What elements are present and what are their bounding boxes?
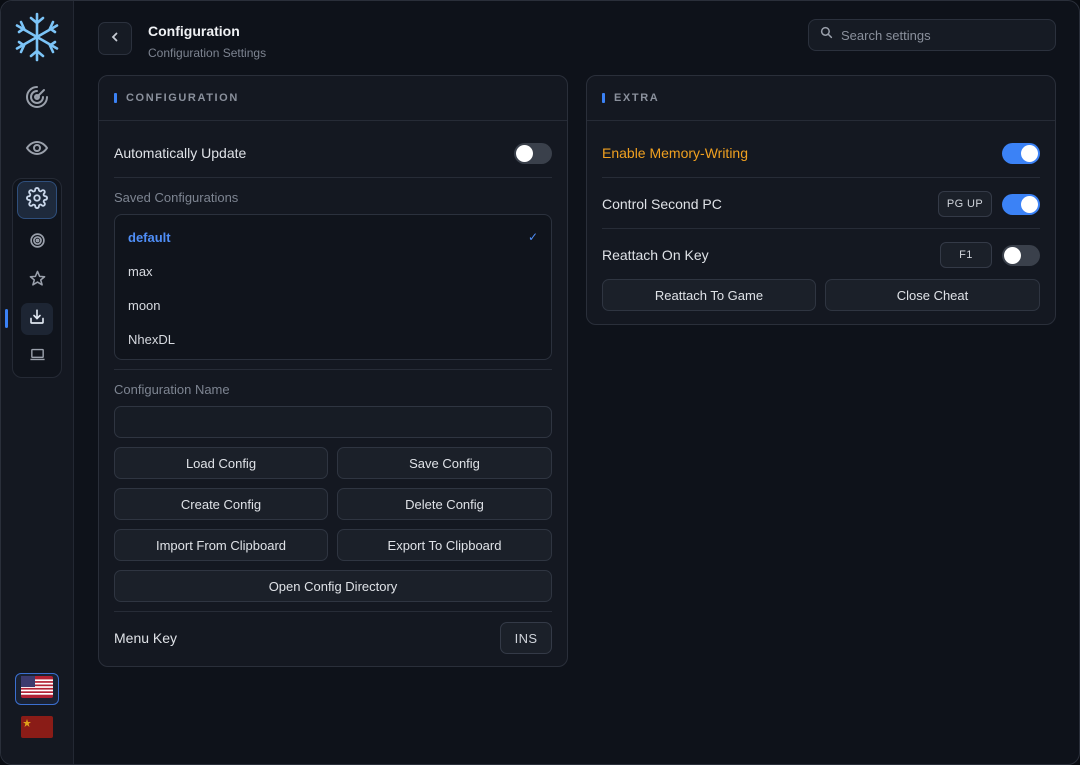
snowflake-logo-icon — [11, 11, 63, 63]
nav-visuals[interactable] — [18, 131, 56, 169]
language-cn[interactable] — [15, 713, 59, 745]
page-title: Configuration — [148, 23, 240, 39]
reattach-key-label: Reattach On Key — [602, 247, 709, 263]
extra-panel-title: EXTRA — [614, 92, 660, 104]
star-icon — [29, 270, 46, 292]
eye-icon — [25, 136, 49, 165]
checkmark-icon: ✓ — [527, 230, 538, 244]
divider — [114, 369, 552, 370]
accent-bar — [602, 93, 605, 103]
reattach-key-button[interactable]: F1 — [940, 242, 992, 268]
configuration-panel-header: CONFIGURATION — [99, 76, 567, 121]
config-item-name: moon — [128, 297, 161, 313]
extra-panel-header: EXTRA — [587, 76, 1055, 121]
search-icon — [820, 26, 833, 44]
reattach-to-game-button[interactable]: Reattach To Game — [602, 279, 816, 311]
app-window: Configuration Configuration Settings CON… — [0, 0, 1080, 765]
download-icon — [28, 308, 46, 331]
language-en[interactable] — [15, 673, 59, 705]
auto-update-toggle[interactable] — [514, 142, 552, 164]
save-config-button[interactable]: Save Config — [337, 447, 552, 479]
search-box[interactable] — [808, 19, 1056, 51]
config-item-max[interactable]: max — [115, 254, 551, 288]
open-config-directory-button[interactable]: Open Config Directory — [114, 570, 552, 602]
config-name-input[interactable] — [114, 406, 552, 438]
auto-update-label: Automatically Update — [114, 145, 247, 161]
config-item-default[interactable]: default ✓ — [115, 220, 551, 254]
radar-icon — [25, 85, 49, 114]
sidebar — [1, 1, 74, 764]
memory-writing-toggle[interactable] — [1002, 142, 1040, 164]
search-input[interactable] — [841, 27, 1041, 43]
toggle-knob — [1021, 144, 1038, 162]
reattach-key-controls: F1 — [940, 242, 1040, 268]
second-pc-row: Control Second PC PG UP — [602, 191, 1040, 217]
gear-icon — [26, 186, 48, 214]
nav-radar[interactable] — [18, 80, 56, 118]
delete-config-button[interactable]: Delete Config — [337, 488, 552, 520]
nav-settings[interactable] — [17, 181, 57, 219]
config-item-nhexdl[interactable]: NhexDL — [115, 322, 551, 356]
config-item-moon[interactable]: moon — [115, 288, 551, 322]
page-subtitle: Configuration Settings — [148, 46, 267, 60]
us-flag-icon — [21, 675, 53, 703]
config-item-name: default — [128, 229, 171, 245]
laptop-icon — [29, 346, 46, 368]
create-config-button[interactable]: Create Config — [114, 488, 328, 520]
toggle-knob — [516, 144, 533, 162]
auto-update-row: Automatically Update — [114, 142, 552, 164]
second-pc-controls: PG UP — [938, 191, 1040, 217]
nav-configs[interactable] — [21, 303, 53, 335]
menu-key-row: Menu Key INS — [114, 622, 552, 654]
memory-writing-row: Enable Memory-Writing — [602, 142, 1040, 164]
export-clipboard-button[interactable]: Export To Clipboard — [337, 529, 552, 561]
config-item-name: NhexDL — [128, 331, 175, 347]
divider — [114, 611, 552, 612]
nav-aim[interactable] — [21, 227, 53, 259]
menu-key-button[interactable]: INS — [500, 622, 552, 654]
divider — [602, 177, 1040, 178]
accent-bar — [114, 93, 117, 103]
nav-selection-indicator — [5, 309, 8, 328]
load-config-button[interactable]: Load Config — [114, 447, 328, 479]
reattach-key-toggle[interactable] — [1002, 244, 1040, 266]
reattach-key-row: Reattach On Key F1 — [602, 242, 1040, 268]
back-button[interactable] — [98, 22, 132, 55]
nav-device[interactable] — [21, 341, 53, 373]
cn-flag-icon — [21, 715, 53, 743]
second-pc-label: Control Second PC — [602, 196, 722, 212]
second-pc-toggle[interactable] — [1002, 193, 1040, 215]
saved-configs-list: default ✓ max moon NhexDL — [114, 214, 552, 360]
close-cheat-button[interactable]: Close Cheat — [825, 279, 1040, 311]
memory-writing-label: Enable Memory-Writing — [602, 145, 749, 161]
config-name-label: Configuration Name — [114, 382, 230, 397]
divider — [114, 177, 552, 178]
toggle-knob — [1004, 246, 1021, 264]
configuration-panel-title: CONFIGURATION — [126, 92, 239, 104]
menu-key-label: Menu Key — [114, 630, 178, 646]
import-clipboard-button[interactable]: Import From Clipboard — [114, 529, 328, 561]
extra-panel: EXTRA Enable Memory-Writing Control Seco… — [586, 75, 1056, 325]
saved-configs-label: Saved Configurations — [114, 190, 239, 205]
toggle-knob — [1021, 195, 1038, 213]
chevron-left-icon — [109, 30, 121, 48]
nav-favorites[interactable] — [21, 265, 53, 297]
config-item-name: max — [128, 263, 153, 279]
divider — [602, 228, 1040, 229]
target-icon — [29, 232, 46, 254]
configuration-panel: CONFIGURATION Automatically Update Saved… — [98, 75, 568, 667]
second-pc-key-button[interactable]: PG UP — [938, 191, 992, 217]
